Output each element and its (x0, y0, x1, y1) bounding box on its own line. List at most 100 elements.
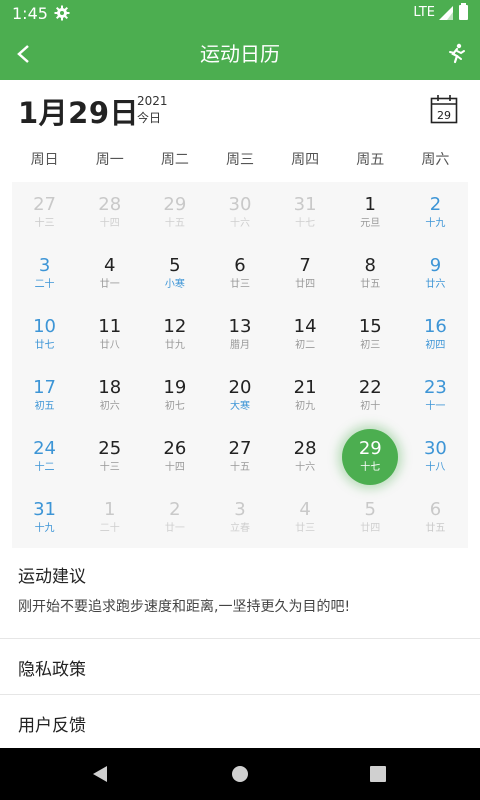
nav-home-button[interactable] (226, 760, 254, 788)
lunar-date: 十三 (34, 218, 55, 229)
page-title: 运动日历 (200, 42, 280, 66)
calendar-day[interactable]: 15 初三 (338, 304, 403, 365)
weekday-label: 周一 (95, 152, 124, 168)
home-circle-icon (232, 766, 248, 782)
weekday-header: 周日 周一 周二 周三 周四 周五 周六 (12, 140, 468, 180)
calendar-day[interactable]: 27 十五 (207, 426, 272, 487)
calendar-day[interactable]: 8 廿五 (338, 243, 403, 304)
calendar-day[interactable]: 29 十五 (142, 182, 207, 243)
day-number: 3 (38, 255, 51, 276)
nav-back-button[interactable] (86, 760, 114, 788)
recents-square-icon (370, 766, 386, 782)
calendar-day[interactable]: 5 小寒 (142, 243, 207, 304)
day-number: 29 (163, 194, 187, 215)
calendar-day[interactable]: 4 廿一 (77, 243, 142, 304)
calendar-day[interactable]: 14 初二 (273, 304, 338, 365)
menu-item-privacy-policy[interactable]: 隐私政策 (0, 639, 480, 695)
day-number: 4 (103, 255, 116, 276)
day-number: 31 (293, 194, 317, 215)
calendar-day[interactable]: 30 十六 (207, 182, 272, 243)
calendar-day[interactable]: 18 初六 (77, 365, 142, 426)
calendar-day[interactable]: 10 廿七 (12, 304, 77, 365)
lunar-date: 十一 (425, 401, 446, 412)
calendar-day[interactable]: 7 廿四 (273, 243, 338, 304)
runner-button[interactable] (442, 40, 470, 68)
calendar-day[interactable]: 4 廿三 (273, 487, 338, 548)
day-number: 5 (169, 255, 181, 276)
calendar-day[interactable]: 28 十六 (273, 426, 338, 487)
calendar-day[interactable]: 23 十一 (403, 365, 468, 426)
calendar-day[interactable]: 20 大寒 (207, 365, 272, 426)
lunar-date: 初三 (360, 340, 381, 351)
lunar-date: 二十 (99, 523, 120, 534)
lunar-date: 十五 (229, 462, 250, 473)
day-number: 29 (358, 438, 382, 459)
day-number: 19 (163, 377, 187, 398)
lunar-date: 十五 (164, 218, 185, 229)
calendar-day[interactable]: 3 立春 (207, 487, 272, 548)
lunar-date: 初五 (34, 401, 55, 412)
calendar-day[interactable]: 1 二十 (77, 487, 142, 548)
day-number: 23 (423, 377, 447, 398)
calendar-day[interactable]: 31 十九 (12, 487, 77, 548)
day-number: 1 (364, 194, 376, 215)
day-number: 31 (33, 499, 57, 520)
menu-label: 用户反馈 (18, 716, 86, 736)
calendar-day[interactable]: 31 十七 (273, 182, 338, 243)
calendar-day[interactable]: 11 廿八 (77, 304, 142, 365)
day-number: 27 (228, 438, 252, 459)
lunar-date: 廿九 (164, 340, 185, 351)
calendar-day[interactable]: 1 元旦 (338, 182, 403, 243)
lunar-date: 初六 (99, 401, 120, 412)
status-bar: 1:45 LTE (0, 0, 480, 28)
lunar-date: 立春 (229, 523, 250, 534)
calendar-day[interactable]: 5 廿四 (338, 487, 403, 548)
day-number: 20 (228, 377, 252, 398)
calendar-day[interactable]: 30 十八 (403, 426, 468, 487)
lunar-date: 廿一 (99, 279, 120, 290)
calendar-day[interactable]: 2 十九 (403, 182, 468, 243)
calendar-day[interactable]: 28 十四 (77, 182, 142, 243)
calendar-day[interactable]: 3 二十 (12, 243, 77, 304)
calendar-day-selected[interactable]: 29 十七 (338, 426, 403, 487)
calendar-icon[interactable]: 29 (430, 94, 458, 124)
calendar-day[interactable]: 13 腊月 (207, 304, 272, 365)
day-number: 24 (33, 438, 57, 459)
calendar-day[interactable]: 22 初十 (338, 365, 403, 426)
day-number: 28 (98, 194, 122, 215)
today-label[interactable]: 今日 (137, 109, 161, 126)
lunar-date: 十六 (295, 462, 316, 473)
day-number: 4 (299, 499, 311, 520)
lunar-date: 廿三 (229, 279, 250, 290)
day-number: 30 (228, 194, 252, 215)
day-number: 16 (423, 316, 447, 337)
calendar-day[interactable]: 17 初五 (12, 365, 77, 426)
menu-item-feedback[interactable]: 用户反馈 (0, 695, 480, 751)
calendar-day[interactable]: 12 廿九 (142, 304, 207, 365)
calendar-day[interactable]: 27 十三 (12, 182, 77, 243)
nav-recents-button[interactable] (364, 760, 392, 788)
calendar-day[interactable]: 6 廿五 (403, 487, 468, 548)
day-number: 18 (98, 377, 122, 398)
lunar-date: 廿五 (425, 523, 446, 534)
calendar-day[interactable]: 6 廿三 (207, 243, 272, 304)
calendar-day[interactable]: 19 初七 (142, 365, 207, 426)
calendar-day[interactable]: 25 十三 (77, 426, 142, 487)
lunar-date: 十七 (360, 462, 381, 473)
day-number: 2 (429, 194, 442, 215)
day-number: 3 (234, 499, 246, 520)
weekday-label: 周二 (160, 152, 189, 168)
calendar-day[interactable]: 16 初四 (403, 304, 468, 365)
lunar-date: 十六 (229, 218, 250, 229)
lunar-date: 十三 (99, 462, 120, 473)
calendar-day[interactable]: 24 十二 (12, 426, 77, 487)
calendar-day[interactable]: 21 初九 (273, 365, 338, 426)
day-number: 21 (293, 377, 317, 398)
weekday-label: 周六 (421, 152, 450, 168)
calendar-day[interactable]: 26 十四 (142, 426, 207, 487)
day-number: 15 (358, 316, 382, 337)
calendar-day[interactable]: 9 廿六 (403, 243, 468, 304)
lunar-date: 初二 (295, 340, 316, 351)
lunar-date: 十九 (34, 523, 55, 534)
calendar-day[interactable]: 2 廿一 (142, 487, 207, 548)
